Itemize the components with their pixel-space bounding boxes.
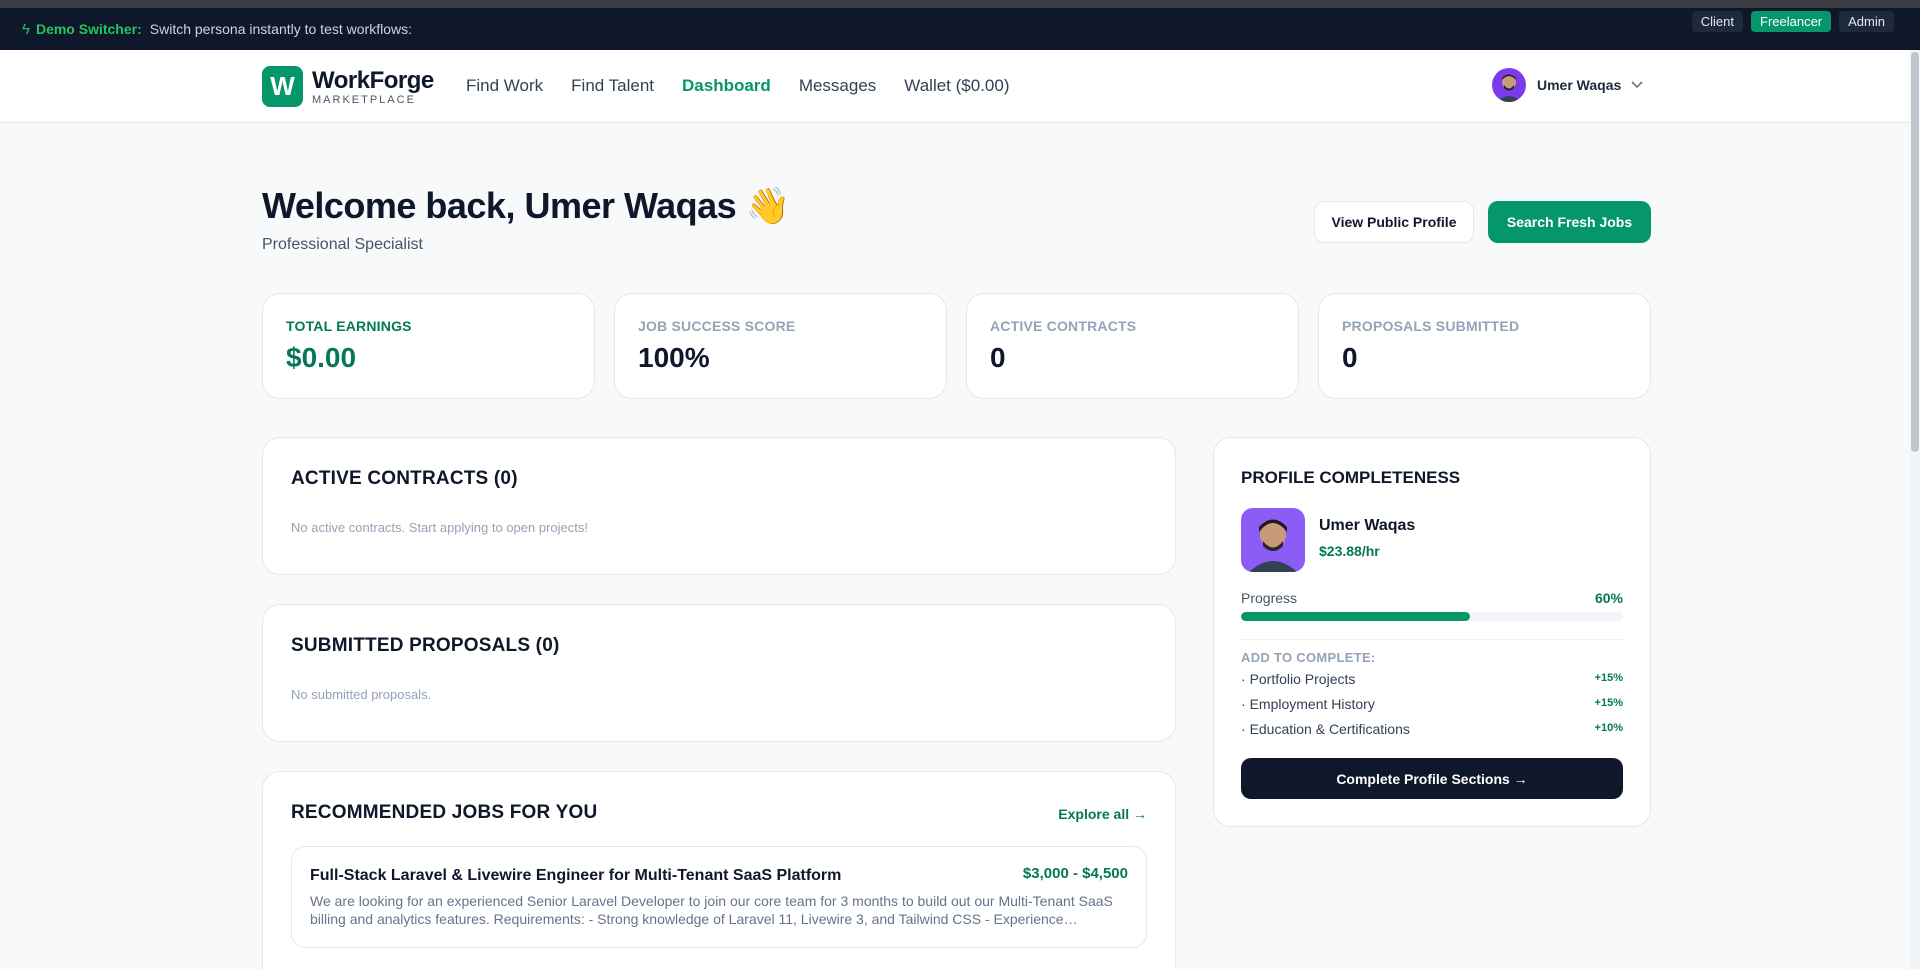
recommended-jobs-panel: RECOMMENDED JOBS FOR YOU Explore all → F…	[262, 771, 1176, 969]
demo-switcher-description: Switch persona instantly to test workflo…	[149, 21, 412, 37]
divider	[1241, 639, 1623, 640]
submitted-proposals-empty: No submitted proposals.	[291, 687, 432, 702]
bullet-icon: ·	[1241, 721, 1250, 737]
nav-messages[interactable]: Messages	[799, 76, 876, 96]
main-nav: Find Work Find Talent Dashboard Messages…	[466, 76, 1009, 96]
job-title[interactable]: Full-Stack Laravel & Livewire Engineer f…	[310, 867, 841, 885]
demo-switcher-label: Demo Switcher:	[35, 21, 142, 37]
todo-item: · Portfolio Projects +15%	[1241, 671, 1623, 687]
stat-card-proposals-submitted: PROPOSALS SUBMITTED 0	[1318, 293, 1651, 399]
brand-name[interactable]: WorkForge	[312, 67, 434, 95]
recommended-jobs-title: RECOMMENDED JOBS FOR YOU	[291, 802, 598, 823]
complete-profile-button[interactable]: Complete Profile Sections →	[1241, 758, 1623, 799]
persona-client-button[interactable]: Client	[1691, 11, 1743, 32]
avatar	[1492, 68, 1526, 102]
brand-tagline: MARKETPLACE	[312, 94, 416, 106]
stat-card-total-earnings: TOTAL EARNINGS $0.00	[262, 293, 595, 399]
todo-label: Employment History	[1249, 696, 1375, 712]
add-to-complete-label: ADD TO COMPLETE:	[1241, 650, 1376, 665]
job-budget: $3,000 - $4,500	[1022, 865, 1128, 882]
stat-value: 0	[990, 342, 1006, 373]
persona-admin-button[interactable]: Admin	[1839, 11, 1894, 32]
avatar	[1241, 508, 1305, 572]
chevron-down-icon	[1631, 78, 1643, 92]
bullet-icon: ·	[1241, 696, 1250, 712]
todo-item: · Employment History +15%	[1241, 696, 1623, 712]
todo-label: Education & Certifications	[1249, 721, 1410, 737]
nav-wallet[interactable]: Wallet ($0.00)	[904, 76, 1009, 96]
stat-label: TOTAL EARNINGS	[286, 318, 412, 334]
demo-switcher-bar: ϟ Demo Switcher: Switch persona instantl…	[0, 0, 1920, 50]
todo-percent: +15%	[1594, 697, 1623, 709]
job-card[interactable]: Full-Stack Laravel & Livewire Engineer f…	[291, 846, 1147, 948]
stat-card-active-contracts: ACTIVE CONTRACTS 0	[966, 293, 1299, 399]
persona-freelancer-button[interactable]: Freelancer	[1751, 11, 1832, 32]
progress-label: Progress	[1241, 590, 1298, 606]
nav-find-talent[interactable]: Find Talent	[571, 76, 654, 96]
explore-all-link[interactable]: Explore all →	[1058, 806, 1147, 822]
site-header: W WorkForge MARKETPLACE Find Work Find T…	[0, 50, 1920, 123]
page-subtitle: Professional Specialist	[262, 236, 423, 253]
page-title: Welcome back, Umer Waqas 👋	[262, 185, 791, 226]
stat-label: ACTIVE CONTRACTS	[990, 318, 1137, 334]
view-public-profile-button[interactable]: View Public Profile	[1314, 201, 1474, 243]
nav-dashboard[interactable]: Dashboard	[682, 76, 771, 96]
stat-label: JOB SUCCESS SCORE	[638, 318, 796, 334]
search-fresh-jobs-button[interactable]: Search Fresh Jobs	[1488, 201, 1651, 243]
profile-name: Umer Waqas	[1319, 517, 1416, 534]
active-contracts-title: ACTIVE CONTRACTS (0)	[291, 468, 518, 489]
nav-find-work[interactable]: Find Work	[466, 76, 543, 96]
logo-mark[interactable]: W	[262, 66, 303, 107]
active-contracts-empty: No active contracts. Start applying to o…	[291, 520, 588, 535]
progress-value: 60%	[1594, 590, 1623, 606]
persona-switcher: Client Freelancer Admin	[1691, 11, 1894, 32]
stat-label: PROPOSALS SUBMITTED	[1342, 318, 1520, 334]
stat-value: 100%	[638, 342, 710, 373]
todo-label: Portfolio Projects	[1249, 671, 1356, 687]
profile-completeness-panel: PROFILE COMPLETENESS Umer Waqas $23.88/h…	[1213, 437, 1651, 827]
user-name: Umer Waqas	[1537, 77, 1622, 93]
progress-bar	[1241, 612, 1623, 621]
todo-percent: +15%	[1594, 672, 1623, 684]
profile-completeness-title: PROFILE COMPLETENESS	[1241, 468, 1461, 487]
bullet-icon: ·	[1241, 671, 1250, 687]
progress-bar-fill	[1241, 612, 1471, 621]
active-contracts-panel: ACTIVE CONTRACTS (0) No active contracts…	[262, 437, 1176, 575]
job-description: We are looking for an experienced Senior…	[310, 893, 1113, 927]
submitted-proposals-panel: SUBMITTED PROPOSALS (0) No submitted pro…	[262, 604, 1176, 742]
lightning-icon: ϟ	[22, 20, 30, 38]
profile-hourly-rate: $23.88/hr	[1319, 543, 1380, 559]
scrollbar-thumb[interactable]	[1911, 52, 1919, 452]
stat-value: $0.00	[286, 342, 357, 373]
user-menu[interactable]: Umer Waqas	[1492, 68, 1643, 102]
stat-card-job-success: JOB SUCCESS SCORE 100%	[614, 293, 947, 399]
stat-value: 0	[1342, 342, 1358, 373]
todo-item: · Education & Certifications +10%	[1241, 721, 1623, 737]
todo-percent: +10%	[1594, 722, 1623, 734]
submitted-proposals-title: SUBMITTED PROPOSALS (0)	[291, 635, 560, 656]
